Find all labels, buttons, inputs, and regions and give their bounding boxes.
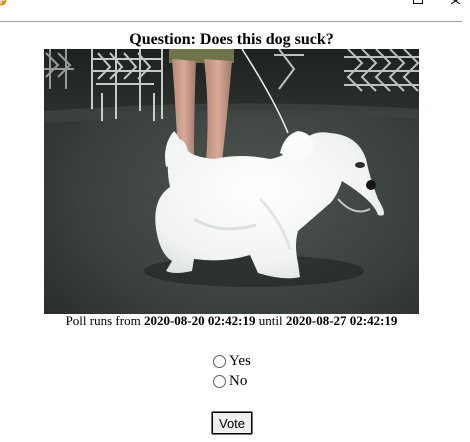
poll-dates-text: Poll runs from 2020-08-20 02:42:19 until… bbox=[0, 313, 463, 329]
option-no-radio[interactable] bbox=[213, 374, 226, 388]
option-no[interactable]: No bbox=[213, 371, 251, 391]
window-control-icon[interactable] bbox=[451, 0, 460, 4]
option-yes[interactable]: Yes bbox=[213, 351, 251, 371]
poll-dates-middle: until bbox=[255, 313, 286, 328]
divider bbox=[0, 21, 462, 22]
option-no-label[interactable]: No bbox=[229, 373, 247, 390]
poll-start-date: 2020-08-20 02:42:19 bbox=[143, 313, 256, 328]
poll-dates-prefix: Poll runs from bbox=[65, 313, 144, 328]
poll-end-date: 2020-08-27 02:42:19 bbox=[285, 313, 398, 328]
poll-options: Yes No bbox=[213, 351, 251, 391]
poll-page: Question: Does this dog suck? Poll runs … bbox=[0, 0, 470, 442]
dog-photo bbox=[44, 49, 419, 314]
site-favicon-icon bbox=[0, 0, 7, 6]
option-yes-label[interactable]: Yes bbox=[229, 353, 251, 370]
option-yes-radio[interactable] bbox=[213, 354, 226, 368]
vote-button[interactable]: Vote bbox=[211, 411, 253, 435]
browser-top-strip bbox=[0, 0, 470, 22]
poll-question: Question: Does this dog suck? bbox=[129, 31, 334, 48]
window-control-icon[interactable] bbox=[413, 0, 423, 4]
